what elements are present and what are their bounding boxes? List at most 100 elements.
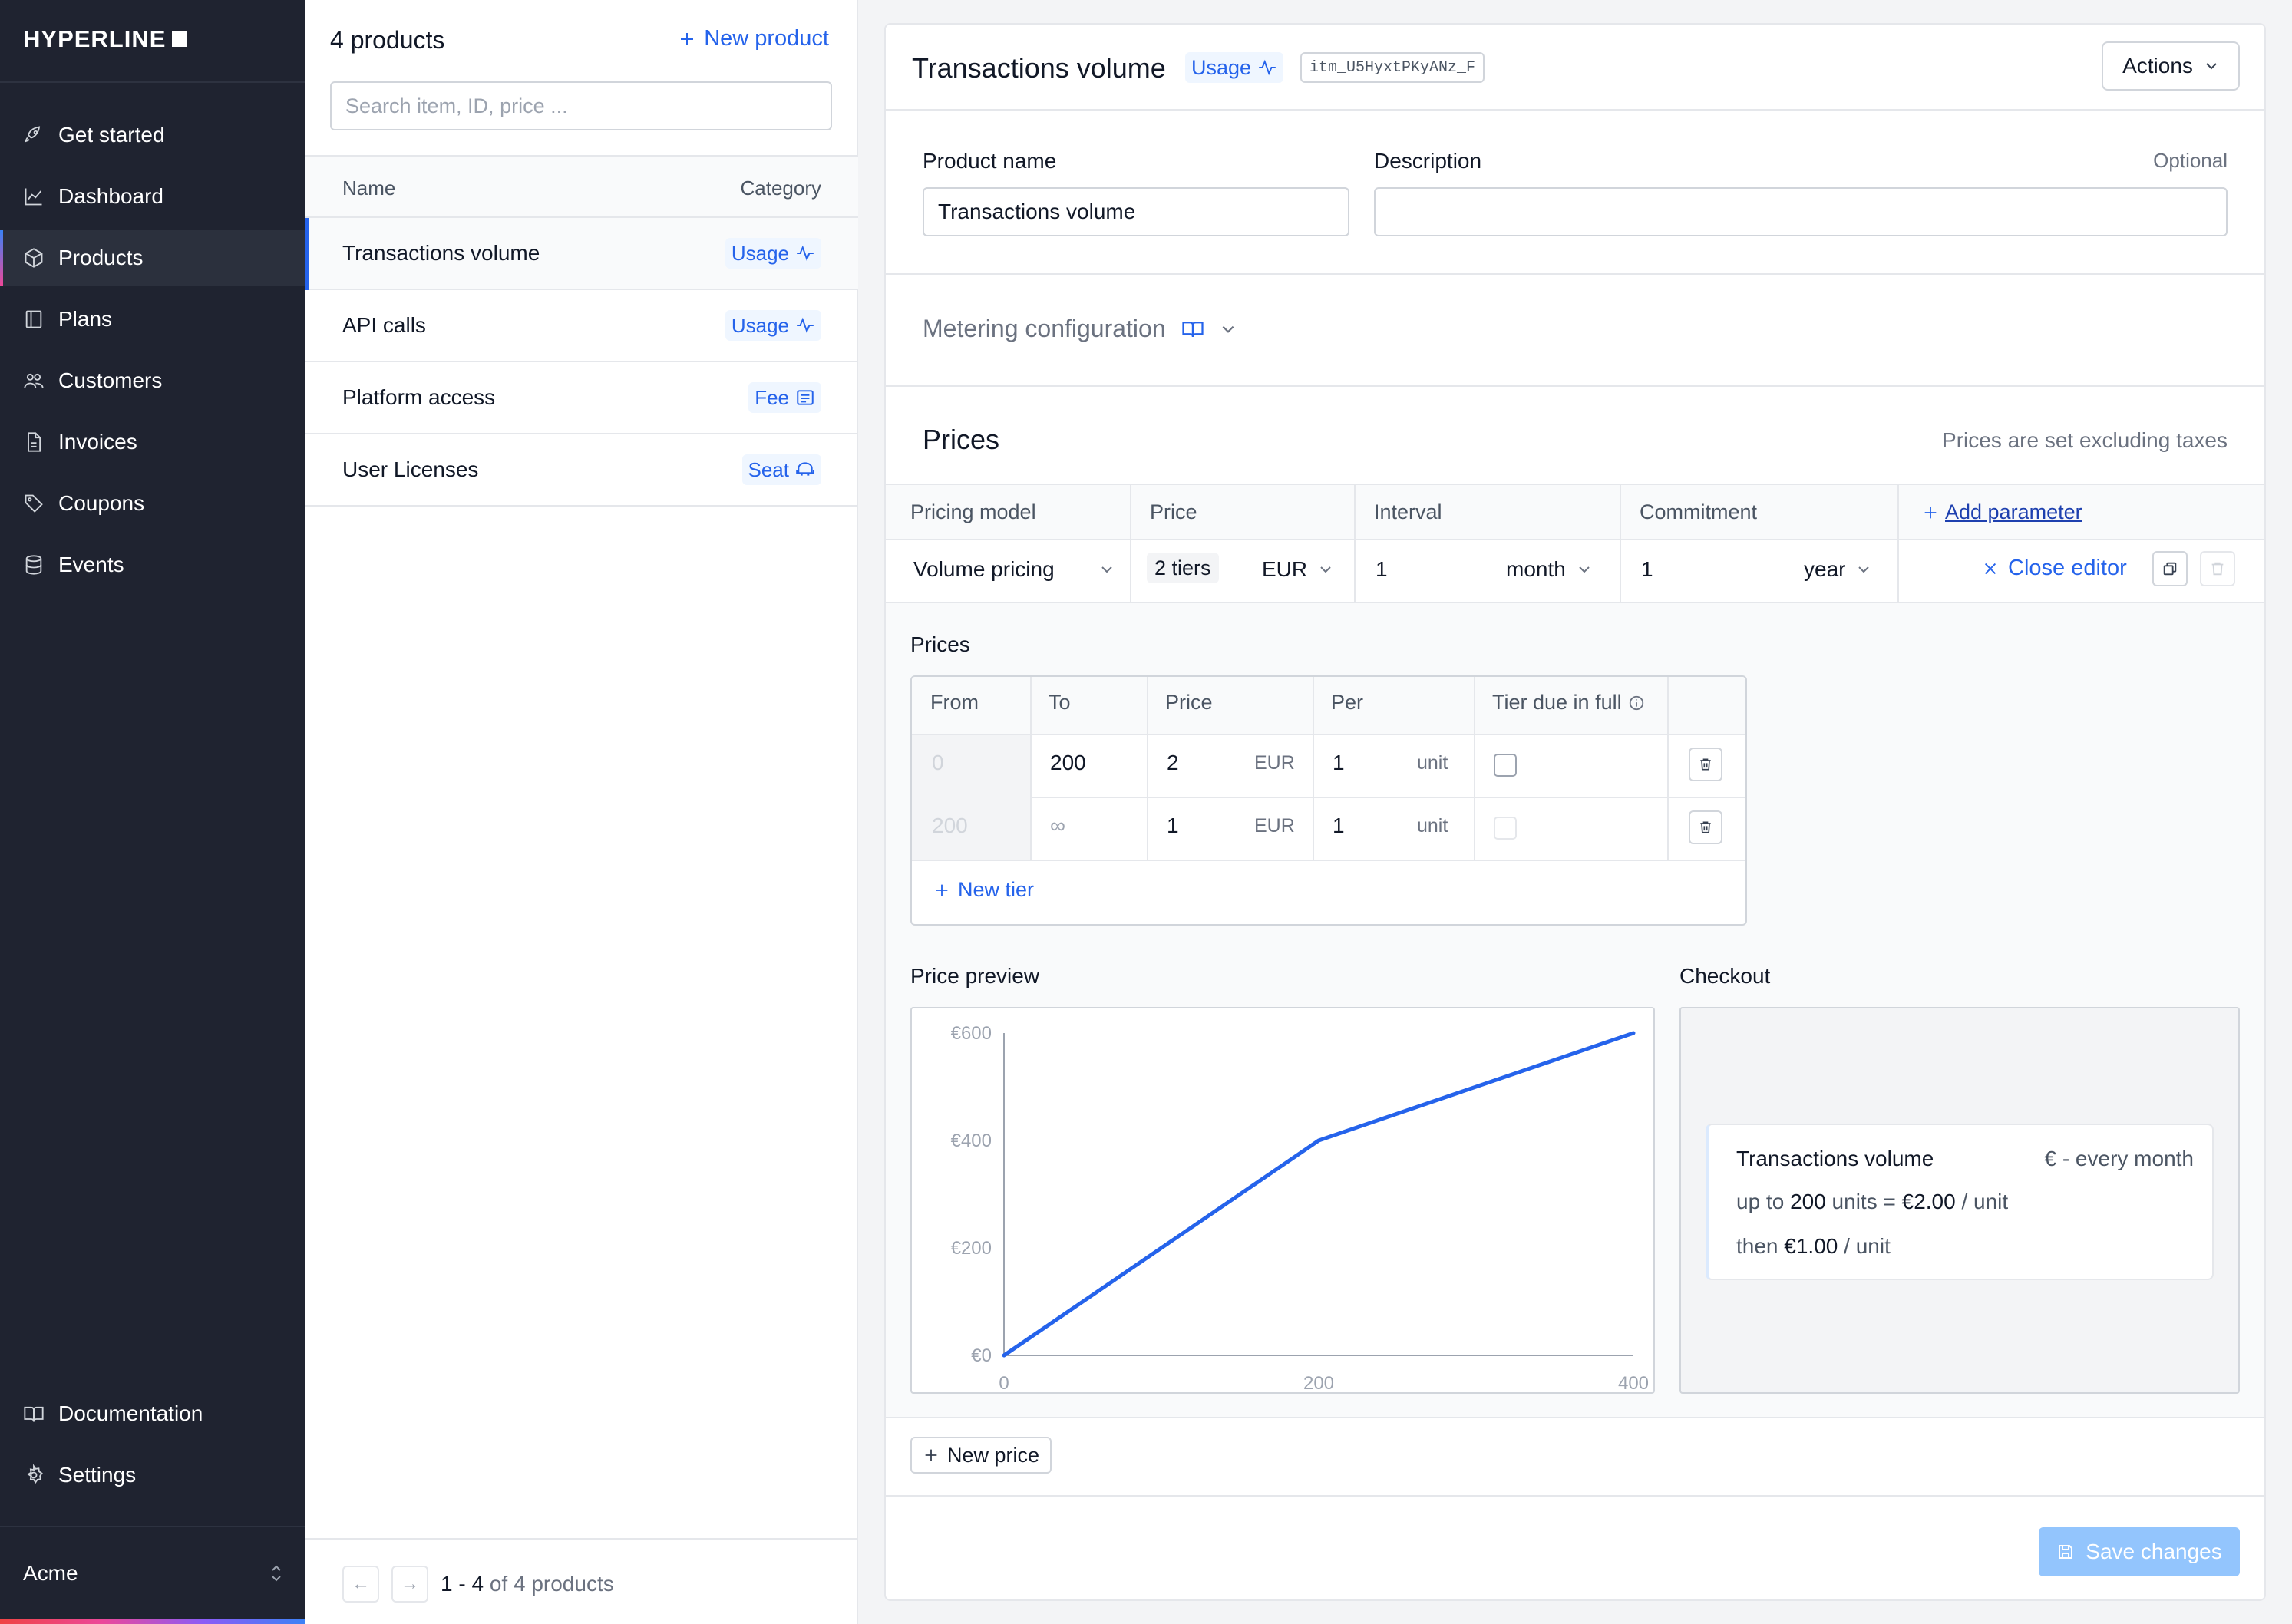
category-badge: Fee — [748, 382, 821, 413]
page-title: Transactions volume — [912, 52, 1166, 84]
product-row[interactable]: Transactions volume Usage — [305, 218, 858, 290]
sidebar-item-customers[interactable]: Customers — [0, 353, 305, 408]
tier-due-checkbox-disabled — [1494, 817, 1517, 840]
new-tier-button[interactable]: New tier — [933, 878, 1034, 902]
sidebar-item-get-started[interactable]: Get started — [0, 107, 305, 163]
new-price-label: New price — [947, 1443, 1040, 1467]
price-preview-label: Price preview — [910, 964, 1040, 988]
commitment-unit-select[interactable]: year — [1804, 557, 1871, 582]
checkout-tier-line: up to 200 units = €2.00 / unit — [1736, 1190, 2008, 1214]
new-product-label: New product — [704, 26, 829, 51]
checkout-preview: Transactions volume € - every month up t… — [1679, 1007, 2240, 1394]
sidebar-item-events[interactable]: Events — [0, 537, 305, 592]
activity-icon — [795, 315, 815, 335]
text: up to — [1736, 1190, 1791, 1213]
trash-icon — [1698, 757, 1713, 772]
tiers-badge[interactable]: 2 tiers — [1147, 553, 1219, 583]
column-header-category: Category — [740, 177, 822, 200]
product-row[interactable]: API calls Usage — [305, 290, 858, 362]
new-price-button[interactable]: New price — [910, 1437, 1052, 1474]
text: €1.00 — [1784, 1234, 1838, 1258]
header-price: Price — [1165, 691, 1213, 714]
add-parameter-link[interactable]: Add parameter — [1922, 500, 2082, 524]
close-editor-label: Close editor — [2008, 556, 2127, 580]
header-price: Price — [1150, 500, 1197, 523]
tier-price-input[interactable]: 2 — [1167, 751, 1179, 775]
product-name: Platform access — [342, 385, 496, 409]
product-row[interactable]: User Licenses Seat — [305, 434, 858, 507]
delete-tier-button[interactable] — [1689, 748, 1722, 781]
hyperline-logo[interactable]: HYPERLINE — [23, 25, 188, 52]
next-page-button[interactable]: → — [391, 1566, 428, 1603]
interval-unit-select[interactable]: month — [1506, 557, 1592, 582]
active-indicator — [0, 230, 3, 286]
sidebar-item-label: Customers — [58, 368, 163, 392]
x-tick-label: 0 — [999, 1373, 1009, 1392]
y-tick-label: €400 — [951, 1131, 992, 1151]
product-name-input[interactable]: Transactions volume — [923, 187, 1349, 236]
workspace-switcher[interactable]: Acme — [23, 1550, 284, 1596]
commitment-count-input[interactable]: 1 — [1641, 557, 1653, 582]
metering-configuration-toggle[interactable]: Metering configuration — [923, 315, 1237, 343]
tier-per-input[interactable]: 1 — [1333, 814, 1345, 838]
book-icon — [23, 309, 45, 330]
sidebar-item-dashboard[interactable]: Dashboard — [0, 169, 305, 224]
header-tier-due: Tier due in full — [1492, 691, 1645, 715]
chart-icon — [23, 186, 45, 207]
product-name: API calls — [342, 313, 426, 337]
checkout-product-name: Transactions volume — [1736, 1147, 1934, 1170]
actions-dropdown[interactable]: Actions — [2102, 41, 2240, 91]
price-config-row: Pricing model Price Interval Commitment … — [886, 484, 2264, 603]
chevron-down-icon — [2204, 58, 2219, 74]
prices-note: Prices are set excluding taxes — [1942, 428, 2228, 452]
tier-per-input[interactable]: 1 — [1333, 751, 1345, 775]
pricing-model-select[interactable]: Volume pricing — [913, 557, 1115, 582]
sidebar-divider — [0, 81, 305, 83]
new-product-button[interactable]: New product — [678, 26, 829, 51]
sidebar-item-plans[interactable]: Plans — [0, 292, 305, 347]
logo-square-icon — [172, 31, 188, 47]
search-input[interactable] — [330, 81, 832, 130]
close-editor-button[interactable]: Close editor — [1982, 556, 2127, 581]
delete-tier-button[interactable] — [1689, 810, 1722, 844]
interval-count-input[interactable]: 1 — [1376, 557, 1388, 582]
description-input[interactable] — [1374, 187, 2228, 236]
sidebar-item-documentation[interactable]: Documentation — [0, 1386, 305, 1441]
column-header-name: Name — [342, 177, 396, 200]
rocket-icon — [23, 124, 45, 146]
y-tick-label: €200 — [951, 1238, 992, 1259]
activity-icon — [795, 243, 815, 263]
prev-page-button[interactable]: ← — [342, 1566, 379, 1603]
sidebar-item-products[interactable]: Products — [0, 230, 305, 286]
tier-due-checkbox[interactable] — [1494, 754, 1517, 777]
tier-from: 0 — [932, 751, 944, 774]
prices-section-title: Prices — [923, 424, 1000, 455]
optional-hint: Optional — [2153, 149, 2228, 172]
product-row[interactable]: Platform access Fee — [305, 362, 858, 434]
seat-icon — [795, 460, 815, 480]
y-tick-label: €0 — [971, 1345, 992, 1366]
duplicate-price-button[interactable] — [2152, 551, 2188, 586]
sidebar-item-coupons[interactable]: Coupons — [0, 476, 305, 531]
tier-price-input[interactable]: 1 — [1167, 814, 1179, 838]
delete-price-button[interactable] — [2200, 551, 2235, 586]
pagination-text: 1 - 4 of 4 products — [441, 1572, 614, 1596]
header-to: To — [1049, 691, 1071, 714]
divider — [886, 385, 2264, 387]
column-divider — [1667, 677, 1669, 861]
chevron-down-icon — [1099, 562, 1115, 577]
divider — [886, 273, 2264, 275]
product-id-badge[interactable]: itm_U5HyxtPKyANz_F — [1300, 52, 1485, 83]
book-open-icon — [23, 1403, 45, 1424]
x-tick-label: 200 — [1303, 1373, 1334, 1392]
save-changes-button[interactable]: Save changes — [2039, 1527, 2240, 1576]
pagination: ← → 1 - 4 of 4 products — [305, 1538, 858, 1624]
sidebar-item-invoices[interactable]: Invoices — [0, 414, 305, 470]
add-parameter-label: Add parameter — [1945, 500, 2082, 523]
text: / unit — [1838, 1234, 1891, 1258]
tier-to-input[interactable]: 200 — [1050, 751, 1086, 775]
divider — [886, 109, 2264, 111]
sidebar-item-settings[interactable]: Settings — [0, 1447, 305, 1503]
sidebar: HYPERLINE Get started Dashboard Products… — [0, 0, 305, 1624]
currency-select[interactable]: EUR — [1262, 557, 1333, 582]
